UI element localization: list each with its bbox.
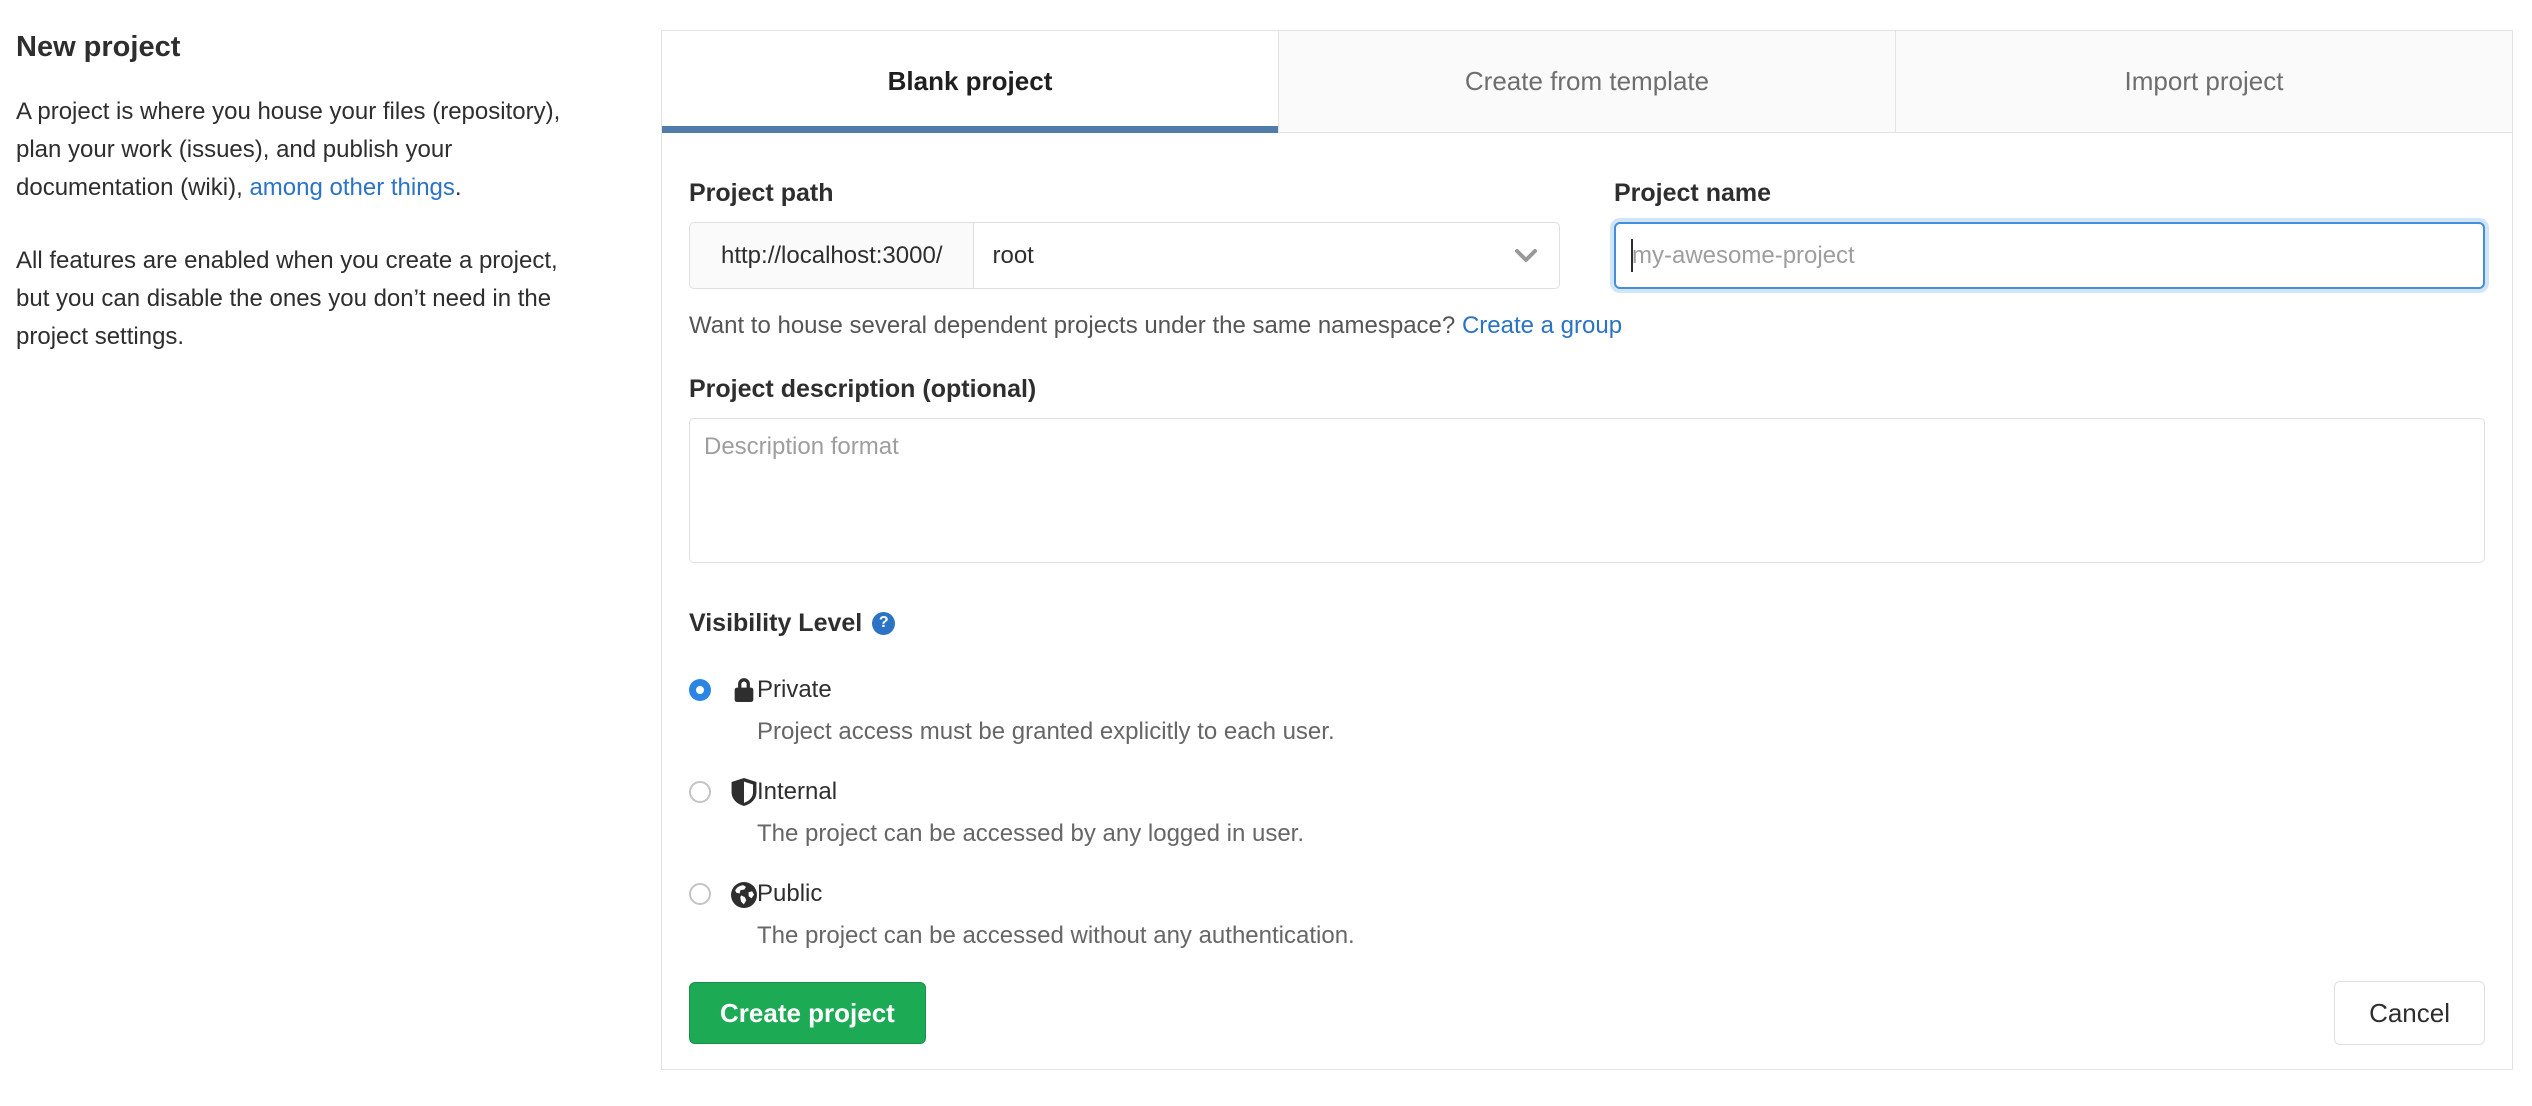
create-project-button[interactable]: Create project xyxy=(689,982,926,1044)
visibility-option-internal: Internal The project can be accessed by … xyxy=(689,775,2485,851)
help-question-icon[interactable] xyxy=(872,611,896,635)
url-prefix-addon: http://localhost:3000/ xyxy=(689,222,974,289)
form-actions: Create project Cancel xyxy=(689,981,2485,1045)
visibility-description: The project can be accessed by any logge… xyxy=(757,820,1305,847)
visibility-option-public: Public The project can be accessed witho… xyxy=(689,877,2485,953)
radio-internal[interactable] xyxy=(689,781,711,803)
project-description-label: Project description (optional) xyxy=(689,375,1037,403)
tab-create-from-template[interactable]: Create from template xyxy=(1278,31,1895,132)
project-path-label: Project path xyxy=(689,179,834,207)
project-name-wrap xyxy=(1614,222,2485,289)
intro-paragraph-1: A project is where you house your files … xyxy=(16,98,561,201)
visibility-option-private: Private Project access must be granted e… xyxy=(689,673,2485,749)
tab-import-project[interactable]: Import project xyxy=(1895,31,2512,132)
project-type-tabs: Blank project Create from template Impor… xyxy=(662,31,2512,133)
visibility-description: The project can be accessed without any … xyxy=(757,922,1355,949)
globe-icon xyxy=(731,882,757,908)
tab-blank-project[interactable]: Blank project xyxy=(662,31,1278,133)
blank-project-form: Project path http://localhost:3000/ root… xyxy=(662,133,2512,1045)
intro-paragraph-2: All features are enabled when you create… xyxy=(16,247,558,350)
among-other-things-link[interactable]: among other things xyxy=(249,174,454,201)
create-a-group-link[interactable]: Create a group xyxy=(1462,312,1622,339)
cancel-button[interactable]: Cancel xyxy=(2334,981,2485,1045)
radio-public[interactable] xyxy=(689,883,711,905)
project-description-textarea[interactable] xyxy=(689,418,2485,563)
visibility-name: Public xyxy=(757,880,823,907)
visibility-description: Project access must be granted explicitl… xyxy=(757,718,1335,745)
chevron-down-icon xyxy=(1515,248,1537,262)
new-project-panel: Blank project Create from template Impor… xyxy=(661,30,2513,1070)
visibility-options: Private Project access must be granted e… xyxy=(689,673,2485,953)
new-project-intro: New project A project is where you house… xyxy=(16,27,581,391)
project-path-input-group: http://localhost:3000/ root xyxy=(689,222,1560,289)
lock-icon xyxy=(734,678,754,702)
project-name-input[interactable] xyxy=(1614,222,2485,289)
text-caret xyxy=(1631,239,1633,272)
project-name-label: Project name xyxy=(1614,179,1772,207)
namespace-select[interactable]: root xyxy=(973,222,1560,289)
visibility-name: Internal xyxy=(757,778,838,805)
radio-private[interactable] xyxy=(689,679,711,701)
namespace-hint: Want to house several dependent projects… xyxy=(689,312,1623,339)
page-title: New project xyxy=(16,31,181,63)
namespace-selected-value: root xyxy=(992,241,1034,269)
shield-icon xyxy=(731,778,757,806)
visibility-level-label: Visibility Level xyxy=(689,608,2485,638)
visibility-name: Private xyxy=(757,676,832,703)
